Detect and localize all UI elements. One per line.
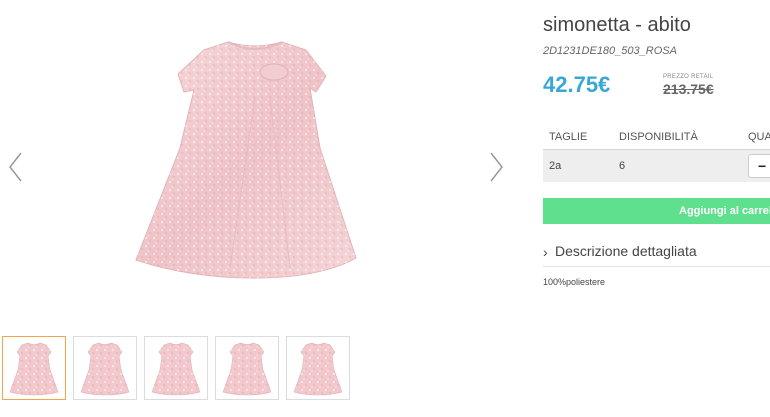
chevron-right-icon <box>490 152 503 182</box>
material-text: 100%poliestere <box>543 277 606 287</box>
thumbnail[interactable] <box>215 336 279 400</box>
add-to-cart-button[interactable]: Aggiungi al carrello <box>543 198 770 224</box>
dress-thumbnail-image <box>222 342 272 396</box>
description-toggle[interactable]: › Descrizione dettagliata <box>543 241 770 267</box>
retail-price: 213.75€ <box>663 81 714 97</box>
header-availability: DISPONIBILITÀ <box>619 131 698 143</box>
chevron-left-icon <box>9 152 22 182</box>
thumbnail-strip <box>2 336 350 400</box>
thumbnail[interactable] <box>73 336 137 400</box>
sizes-table: TAGLIE DISPONIBILITÀ QUA 2a 6 − <box>543 124 770 182</box>
thumbnail[interactable] <box>286 336 350 400</box>
product-info: simonetta - abito 2D1231DE180_503_ROSA 4… <box>543 0 770 417</box>
dress-thumbnail-image <box>151 342 201 396</box>
dress-thumbnail-image <box>80 342 130 396</box>
dress-thumbnail-image <box>293 342 343 396</box>
availability-value: 6 <box>619 160 626 172</box>
main-product-image[interactable] <box>120 28 390 298</box>
table-row: 2a 6 − <box>543 150 770 182</box>
thumbnail[interactable] <box>144 336 208 400</box>
chevron-right-icon: › <box>543 244 548 260</box>
product-title: simonetta - abito <box>543 14 691 36</box>
add-to-cart-label: Aggiungi al carrello <box>679 205 770 217</box>
sizes-table-header: TAGLIE DISPONIBILITÀ QUA <box>543 124 770 150</box>
product-price: 42.75€ <box>543 72 611 97</box>
thumbnail[interactable] <box>2 336 66 400</box>
dress-thumbnail-image <box>9 342 59 396</box>
product-page: simonetta - abito 2D1231DE180_503_ROSA 4… <box>0 0 770 417</box>
retail-price-label: PREZZO RETAIL <box>663 74 714 80</box>
size-value: 2a <box>549 160 562 172</box>
gallery-next-button[interactable] <box>486 150 506 184</box>
gallery-prev-button[interactable] <box>6 150 26 184</box>
product-sku: 2D1231DE180_503_ROSA <box>543 45 677 57</box>
dress-image <box>135 41 357 279</box>
header-quantity: QUA <box>748 131 770 143</box>
quantity-decrement-button[interactable]: − <box>748 154 770 178</box>
description-toggle-label: Descrizione dettagliata <box>555 243 697 259</box>
minus-icon: − <box>758 158 767 174</box>
header-sizes: TAGLIE <box>549 131 588 143</box>
product-gallery <box>0 0 520 417</box>
